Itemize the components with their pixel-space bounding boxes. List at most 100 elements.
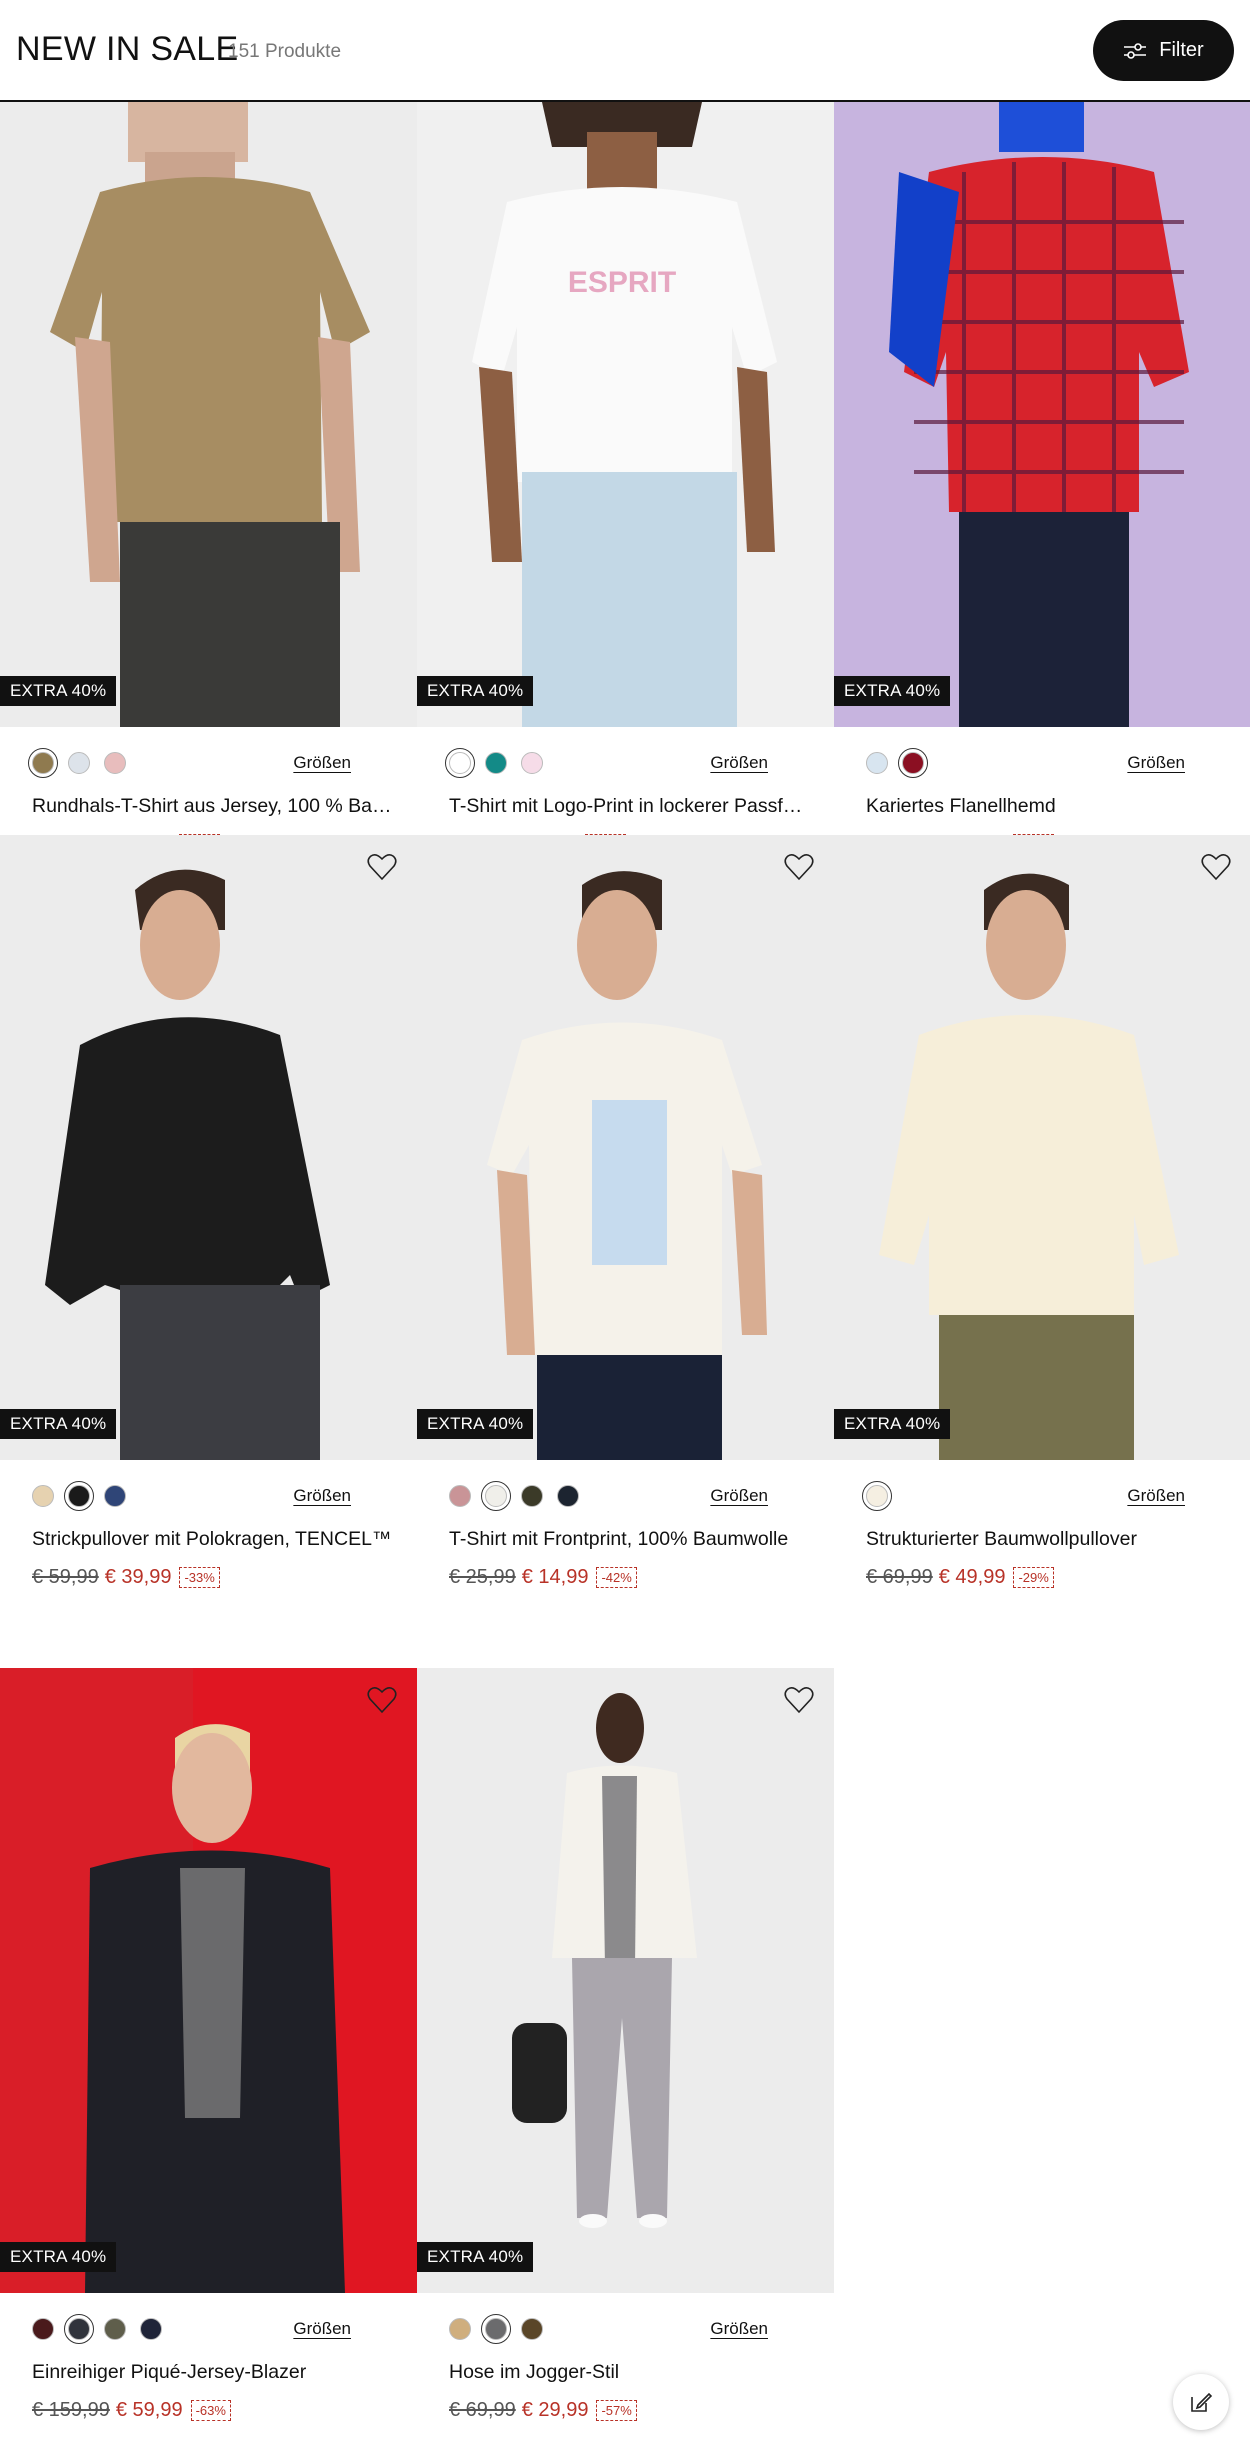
color-swatch[interactable] bbox=[64, 2314, 94, 2344]
price-row: € 69,99 € 29,99 -57% bbox=[449, 2399, 637, 2422]
filter-button[interactable]: Filter bbox=[1093, 20, 1234, 81]
product-name[interactable]: Kariertes Flanellhemd bbox=[866, 795, 1226, 818]
product-name[interactable]: Hose im Jogger-Stil bbox=[449, 2361, 809, 2384]
color-swatch[interactable] bbox=[104, 2318, 126, 2340]
color-swatch[interactable] bbox=[481, 2314, 511, 2344]
wishlist-heart-icon[interactable] bbox=[1201, 853, 1231, 881]
product-image[interactable]: ESPRIT EXTRA 40% bbox=[417, 102, 834, 727]
feedback-button[interactable] bbox=[1173, 2374, 1229, 2430]
color-swatch[interactable] bbox=[140, 2318, 162, 2340]
sizes-link[interactable]: Größen bbox=[1127, 1486, 1185, 1506]
sizes-link[interactable]: Größen bbox=[293, 2319, 351, 2339]
product-image[interactable]: EXTRA 40% bbox=[0, 835, 417, 1460]
discount-badge: -29% bbox=[1013, 1567, 1054, 1588]
extra-sale-badge: EXTRA 40% bbox=[417, 2242, 534, 2272]
old-price: € 25,99 bbox=[449, 1566, 516, 1588]
color-swatch[interactable] bbox=[68, 752, 90, 774]
product-card[interactable]: EXTRA 40% GrößenKariertes Flanellhemd€ 6… bbox=[834, 102, 1250, 855]
color-swatch[interactable] bbox=[104, 752, 126, 774]
product-name[interactable]: T-Shirt mit Frontprint, 100% Baumwolle bbox=[449, 1528, 809, 1551]
color-swatches bbox=[28, 748, 126, 778]
sale-price: € 14,99 bbox=[521, 1566, 589, 1588]
product-card[interactable]: EXTRA 40% Größen Hose im Jogger-Stil € 69,… bbox=[417, 1668, 834, 2421]
extra-sale-badge: EXTRA 40% bbox=[417, 676, 534, 706]
old-price: € 159,99 bbox=[32, 2399, 110, 2421]
color-swatches bbox=[32, 1481, 126, 1511]
sizes-link[interactable]: Größen bbox=[293, 1486, 351, 1506]
old-price: € 59,99 bbox=[32, 1566, 99, 1588]
product-image[interactable]: EXTRA 40% bbox=[417, 1668, 834, 2293]
color-swatch[interactable] bbox=[449, 2318, 471, 2340]
price-row: € 159,99 € 59,99 -63% bbox=[32, 2399, 231, 2422]
color-swatch[interactable] bbox=[32, 1485, 54, 1507]
sizes-link[interactable]: Größen bbox=[710, 753, 768, 773]
discount-badge: -42% bbox=[596, 1567, 637, 1588]
discount-badge: -33% bbox=[179, 1567, 220, 1588]
sizes-link[interactable]: Größen bbox=[710, 2319, 768, 2339]
color-swatch[interactable] bbox=[557, 1485, 579, 1507]
product-card[interactable]: EXTRA 40% Größen Rundhals-T-Shirt aus Jer… bbox=[0, 102, 417, 855]
price-row: € 59,99 € 39,99 -33% bbox=[32, 1566, 220, 1589]
color-swatch[interactable] bbox=[104, 1485, 126, 1507]
product-name[interactable]: Strickpullover mit Polokragen, TENCEL™ bbox=[32, 1528, 392, 1551]
feedback-pencil-icon bbox=[1191, 2392, 1213, 2412]
product-card[interactable]: EXTRA 40% Größen Strickpullover mit Polok… bbox=[0, 835, 417, 1588]
old-price: € 69,99 bbox=[866, 1566, 933, 1588]
color-swatch[interactable] bbox=[521, 2318, 543, 2340]
product-image[interactable]: EXTRA 40% bbox=[834, 102, 1250, 727]
color-swatch[interactable] bbox=[866, 752, 888, 774]
product-name[interactable]: T-Shirt mit Logo-Print in lockerer Passf… bbox=[449, 795, 809, 818]
product-name[interactable]: Einreihiger Piqué-Jersey-Blazer bbox=[32, 2361, 392, 2384]
product-image[interactable]: EXTRA 40% bbox=[417, 835, 834, 1460]
sizes-link[interactable]: Größen bbox=[293, 753, 351, 773]
product-name[interactable]: Rundhals-T-Shirt aus Jersey, 100 % Bau..… bbox=[32, 795, 392, 818]
sliders-icon bbox=[1124, 42, 1147, 59]
sizes-link[interactable]: Größen bbox=[710, 1486, 768, 1506]
color-swatch[interactable] bbox=[521, 752, 543, 774]
color-swatch[interactable] bbox=[485, 752, 507, 774]
color-swatches bbox=[445, 748, 543, 778]
color-swatch[interactable] bbox=[32, 2318, 54, 2340]
product-card[interactable]: EXTRA 40% Größen Einreihiger Piqué-Jersey… bbox=[0, 1668, 417, 2421]
discount-badge: -57% bbox=[596, 2400, 637, 2421]
color-swatch[interactable] bbox=[862, 1481, 892, 1511]
product-image[interactable]: EXTRA 40% bbox=[0, 102, 417, 727]
color-swatch[interactable] bbox=[449, 1485, 471, 1507]
sale-price: € 59,99 bbox=[115, 2399, 183, 2421]
color-swatch[interactable] bbox=[445, 748, 475, 778]
product-card[interactable]: EXTRA 40% Größen Strukturierter Baumwollp… bbox=[834, 835, 1250, 1588]
color-swatches bbox=[449, 2314, 543, 2344]
color-swatch[interactable] bbox=[521, 1485, 543, 1507]
extra-sale-badge: EXTRA 40% bbox=[0, 676, 117, 706]
price-row: € 25,99 € 14,99 -42% bbox=[449, 1566, 637, 1589]
wishlist-heart-icon[interactable] bbox=[784, 1686, 814, 1714]
wishlist-heart-icon[interactable] bbox=[367, 853, 397, 881]
color-swatches bbox=[449, 1481, 579, 1511]
product-name[interactable]: Strukturierter Baumwollpullover bbox=[866, 1528, 1226, 1551]
color-swatch[interactable] bbox=[28, 748, 58, 778]
product-count: 151 Produkte bbox=[228, 41, 342, 62]
wishlist-heart-icon[interactable] bbox=[784, 853, 814, 881]
svg-text:ESPRIT: ESPRIT bbox=[568, 266, 676, 299]
product-card[interactable]: EXTRA 40% Größen T-Shirt mit Frontprint, … bbox=[417, 835, 834, 1588]
wishlist-heart-icon[interactable] bbox=[367, 1686, 397, 1714]
sale-price: € 49,99 bbox=[938, 1566, 1006, 1588]
color-swatches bbox=[862, 1481, 892, 1511]
discount-badge: -63% bbox=[190, 2400, 231, 2421]
extra-sale-badge: EXTRA 40% bbox=[417, 1409, 534, 1439]
color-swatch[interactable] bbox=[64, 1481, 94, 1511]
sale-price: € 39,99 bbox=[104, 1566, 172, 1588]
sizes-link[interactable]: Größen bbox=[1127, 753, 1185, 773]
price-row: € 69,99 € 49,99 -29% bbox=[866, 1566, 1054, 1589]
sale-price: € 29,99 bbox=[521, 2399, 589, 2421]
product-card[interactable]: ESPRIT EXTRA 40% Größen T-Shirt mit Logo-… bbox=[417, 102, 834, 855]
extra-sale-badge: EXTRA 40% bbox=[834, 676, 951, 706]
product-image[interactable]: EXTRA 40% bbox=[834, 835, 1250, 1460]
product-image[interactable]: EXTRA 40% bbox=[0, 1668, 417, 2293]
page-title: NEW IN SALE bbox=[16, 30, 239, 68]
extra-sale-badge: EXTRA 40% bbox=[0, 2242, 117, 2272]
color-swatch[interactable] bbox=[898, 748, 928, 778]
color-swatch[interactable] bbox=[481, 1481, 511, 1511]
filter-label: Filter bbox=[1159, 39, 1204, 61]
old-price: € 69,99 bbox=[449, 2399, 516, 2421]
